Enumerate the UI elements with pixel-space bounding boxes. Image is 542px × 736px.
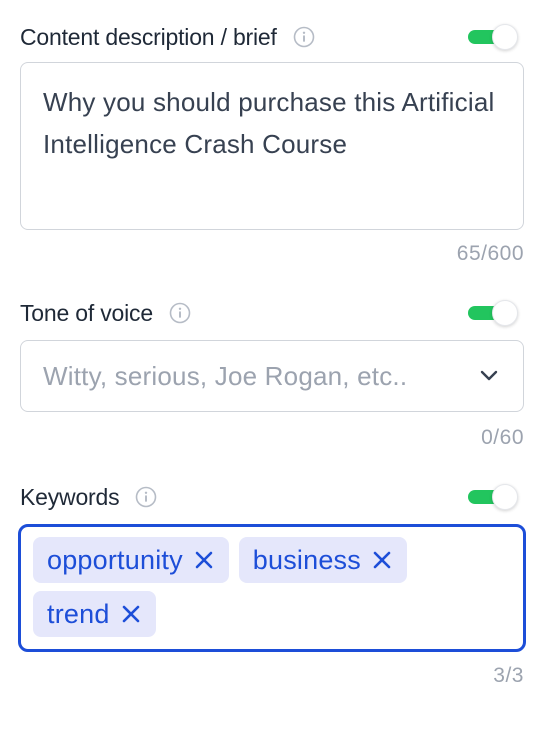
keywords-counter: 3/3 [493,664,524,687]
info-icon[interactable] [293,26,315,48]
close-icon[interactable] [371,549,393,571]
tone-toggle[interactable] [468,300,520,326]
keyword-chip-text: trend [47,598,110,629]
info-icon[interactable] [135,486,157,508]
keyword-chip-text: business [252,544,361,575]
close-icon[interactable] [193,549,215,571]
keyword-chip: trend [33,591,156,637]
keyword-chip: business [238,537,407,583]
toggle-knob [492,300,518,326]
keyword-chip-text: opportunity [47,544,183,575]
tone-label-row: Tone of voice [20,300,524,326]
tone-label: Tone of voice [20,299,153,326]
content-brief-label: Content description / brief [20,23,277,50]
content-brief-label-row: Content description / brief [20,24,524,50]
content-brief-textarea[interactable]: Why you should purchase this Artificial … [20,62,524,230]
content-brief-value: Why you should purchase this Artificial … [43,87,495,159]
toggle-knob [492,484,518,510]
keyword-chip: opportunity [33,537,229,583]
keywords-label: Keywords [20,483,120,510]
keyword-chips: opportunity business trend [33,537,511,637]
content-brief-section: Content description / brief Why you shou… [20,20,524,270]
tone-counter: 0/60 [481,426,524,449]
content-brief-toggle[interactable] [468,24,520,50]
toggle-knob [492,24,518,50]
keywords-toggle[interactable] [468,484,520,510]
close-icon[interactable] [120,603,142,625]
keywords-input[interactable]: opportunity business trend [18,524,526,652]
tone-select[interactable]: Witty, serious, Joe Rogan, etc.. [20,340,524,412]
tone-placeholder: Witty, serious, Joe Rogan, etc.. [43,360,408,391]
chevron-down-icon[interactable] [477,364,501,388]
keywords-label-row: Keywords [20,484,524,510]
info-icon[interactable] [169,302,191,324]
content-brief-counter: 65/600 [456,242,524,265]
